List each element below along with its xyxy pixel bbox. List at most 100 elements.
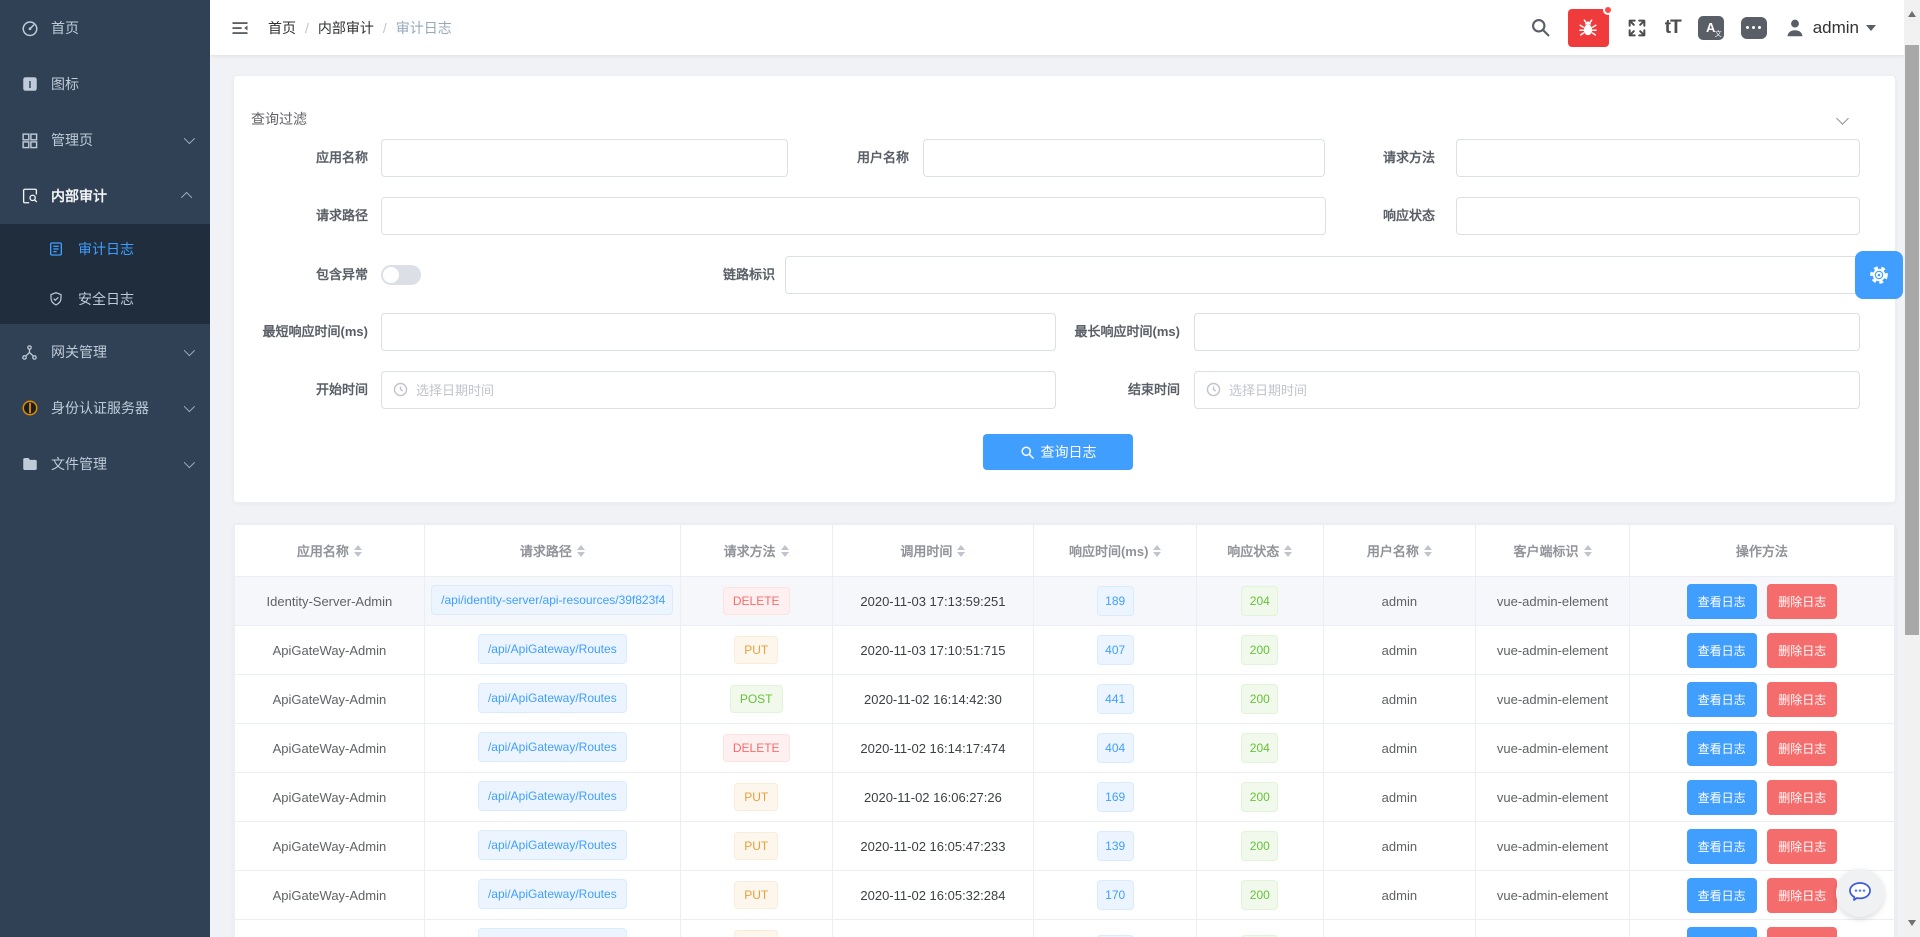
- app-name-cell: ApiGateWay-Admin: [273, 790, 387, 805]
- collapse-sidebar-icon[interactable]: [230, 18, 250, 38]
- sidebar-item-internal-audit[interactable]: 内部审计: [0, 168, 210, 224]
- response-status-badge: 204: [1241, 586, 1278, 616]
- chevron-down-icon: [184, 345, 195, 356]
- view-log-button[interactable]: 查看日志: [1687, 633, 1757, 668]
- response-status-input[interactable]: [1456, 197, 1860, 235]
- column-header[interactable]: 响应时间(ms): [1034, 525, 1197, 577]
- start-time-input[interactable]: [381, 371, 1056, 409]
- scroll-down-arrow[interactable]: [1908, 920, 1916, 930]
- column-header[interactable]: 请求路径: [424, 525, 680, 577]
- end-time-input[interactable]: [1194, 371, 1860, 409]
- language-icon[interactable]: A文: [1698, 16, 1724, 40]
- sidebar-item-file-management[interactable]: 文件管理: [0, 436, 210, 492]
- sidebar-item-home[interactable]: 首页: [0, 0, 210, 56]
- delete-log-button[interactable]: 删除日志: [1767, 731, 1837, 766]
- view-log-button[interactable]: 查看日志: [1687, 780, 1757, 815]
- error-log-button[interactable]: [1568, 9, 1609, 47]
- sort-carets-icon[interactable]: [781, 541, 789, 561]
- request-path-link[interactable]: /api/ApiGateway/Routes: [478, 781, 627, 811]
- column-header[interactable]: 请求方法: [680, 525, 832, 577]
- request-path-link[interactable]: /api/ApiGateway/Routes: [478, 683, 627, 713]
- sidebar-item-icons[interactable]: I 图标: [0, 56, 210, 112]
- response-status-badge: 200: [1241, 782, 1278, 812]
- column-header[interactable]: 用户名称: [1323, 525, 1476, 577]
- breadcrumb-home[interactable]: 首页: [268, 18, 296, 38]
- clock-icon: [392, 381, 409, 398]
- scroll-up-arrow[interactable]: [1908, 7, 1916, 17]
- sort-carets-icon[interactable]: [1284, 541, 1292, 561]
- call-time-cell: 2020-11-02 16:05:47:233: [860, 839, 1005, 854]
- view-log-button[interactable]: 查看日志: [1687, 927, 1757, 937]
- request-path-link[interactable]: /api/ApiGateway/Routes: [478, 634, 627, 664]
- user-name-cell: admin: [1382, 790, 1417, 805]
- sort-carets-icon[interactable]: [1584, 541, 1592, 561]
- sort-carets-icon[interactable]: [354, 541, 362, 561]
- column-header-label: 客户端标识: [1514, 541, 1579, 560]
- collapse-panel-icon[interactable]: [1836, 112, 1849, 125]
- sort-carets-icon[interactable]: [1424, 541, 1432, 561]
- delete-log-button[interactable]: 删除日志: [1767, 633, 1837, 668]
- view-log-button[interactable]: 查看日志: [1687, 829, 1757, 864]
- delete-log-button[interactable]: 删除日志: [1767, 584, 1837, 619]
- sidebar-item-security-log[interactable]: 安全日志: [0, 274, 210, 324]
- app-name-cell: ApiGateWay-Admin: [273, 839, 387, 854]
- column-header[interactable]: 响应状态: [1197, 525, 1324, 577]
- font-size-icon[interactable]: tT: [1665, 17, 1681, 39]
- caret-down-icon: [1866, 25, 1876, 36]
- trace-id-input[interactable]: [785, 256, 1860, 294]
- scrollbar-thumb[interactable]: [1905, 45, 1919, 635]
- call-time-cell: 2020-11-02 16:14:17:474: [860, 741, 1005, 756]
- sidebar-item-identity-server[interactable]: 身份认证服务器: [0, 380, 210, 436]
- delete-log-button[interactable]: 删除日志: [1767, 682, 1837, 717]
- view-log-button[interactable]: 查看日志: [1687, 878, 1757, 913]
- request-path-link[interactable]: /api/ApiGateway/Routes: [478, 732, 627, 762]
- sort-carets-icon[interactable]: [577, 541, 585, 561]
- column-header-label: 用户名称: [1367, 541, 1419, 560]
- request-path-link[interactable]: /api/ApiGateway/Routes: [478, 928, 627, 937]
- view-log-button[interactable]: 查看日志: [1687, 682, 1757, 717]
- delete-log-button[interactable]: 删除日志: [1767, 927, 1837, 937]
- min-elapsed-input[interactable]: [381, 313, 1056, 351]
- sidebar-item-admin-pages[interactable]: 管理页: [0, 112, 210, 168]
- column-header[interactable]: 调用时间: [832, 525, 1034, 577]
- page-scrollbar[interactable]: [1904, 0, 1920, 937]
- column-header-label: 响应时间(ms): [1069, 541, 1148, 560]
- request-path-link[interactable]: /api/ApiGateway/Routes: [478, 830, 627, 860]
- message-icon[interactable]: [1741, 17, 1767, 39]
- start-time-picker[interactable]: [381, 371, 1056, 409]
- request-path-link[interactable]: /api/identity-server/api-resources/39f82…: [431, 585, 673, 615]
- request-path-input[interactable]: [381, 197, 1326, 235]
- request-path-link[interactable]: /api/ApiGateway/Routes: [478, 879, 627, 909]
- delete-log-button[interactable]: 删除日志: [1767, 780, 1837, 815]
- app-name-input[interactable]: [381, 139, 788, 177]
- settings-panel-button[interactable]: [1855, 251, 1903, 299]
- fullscreen-icon[interactable]: [1626, 17, 1648, 39]
- end-time-picker[interactable]: [1194, 371, 1860, 409]
- filter-title: 查询过滤: [251, 109, 307, 129]
- sidebar-item-gateway[interactable]: 网关管理: [0, 324, 210, 380]
- client-id-cell: vue-admin-element: [1497, 790, 1608, 805]
- query-filter-panel: 查询过滤 应用名称 用户名称 请求方法 请求路径 响应状态 包含异常 链路标识 …: [233, 75, 1896, 503]
- view-log-button[interactable]: 查看日志: [1687, 584, 1757, 619]
- max-elapsed-input[interactable]: [1194, 313, 1860, 351]
- table-row: ApiGateWay-Admin /api/ApiGateway/Routes …: [235, 822, 1895, 871]
- breadcrumb-internal-audit[interactable]: 内部审计: [318, 18, 374, 38]
- response-status-badge: 200: [1241, 635, 1278, 665]
- request-method-input[interactable]: [1456, 139, 1860, 177]
- trace-id-label: 链路标识: [704, 256, 775, 294]
- column-header[interactable]: 应用名称: [235, 525, 425, 577]
- search-icon[interactable]: [1530, 17, 1551, 38]
- view-log-button[interactable]: 查看日志: [1687, 731, 1757, 766]
- user-name-input[interactable]: [923, 139, 1325, 177]
- client-id-cell: vue-admin-element: [1497, 839, 1608, 854]
- feedback-chat-button[interactable]: [1836, 869, 1884, 917]
- sidebar-item-audit-log[interactable]: 审计日志: [0, 224, 210, 274]
- user-menu[interactable]: admin: [1784, 17, 1876, 39]
- delete-log-button[interactable]: 删除日志: [1767, 829, 1837, 864]
- sort-carets-icon[interactable]: [1153, 541, 1161, 561]
- query-logs-button[interactable]: 查询日志: [983, 434, 1133, 470]
- delete-log-button[interactable]: 删除日志: [1767, 878, 1837, 913]
- column-header[interactable]: 客户端标识: [1476, 525, 1630, 577]
- has-exception-toggle[interactable]: [381, 265, 421, 285]
- sort-carets-icon[interactable]: [957, 541, 965, 561]
